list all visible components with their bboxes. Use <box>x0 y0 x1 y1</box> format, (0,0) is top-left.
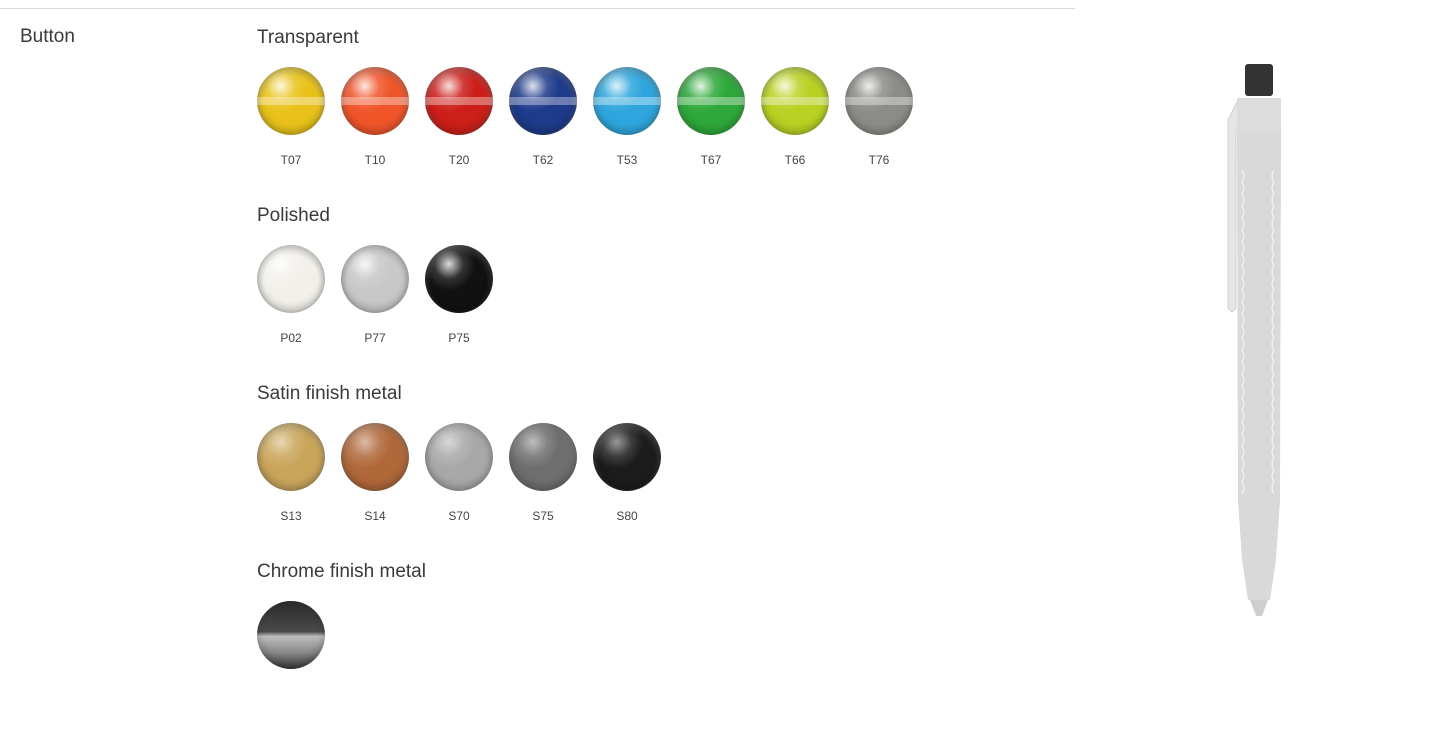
swatch-code: S80 <box>616 509 638 523</box>
swatch-code: P75 <box>448 331 470 345</box>
pen-tip <box>1250 600 1268 616</box>
color-swatch[interactable]: T53 <box>593 67 661 167</box>
pen-preview-icon <box>1227 64 1281 616</box>
color-sphere[interactable] <box>593 423 661 491</box>
color-sphere[interactable] <box>341 245 409 313</box>
color-sphere[interactable] <box>761 67 829 135</box>
group-title: Satin finish metal <box>257 383 402 404</box>
swatch-code: T66 <box>784 153 806 167</box>
swatch-code: T76 <box>868 153 890 167</box>
finish-group-chrome: Chrome finish metal <box>257 560 1057 738</box>
finish-group-transparent: Transparent T07 T10 T20 T62 T53 T67 T66 T76 <box>257 26 1057 204</box>
section-label: Button <box>20 26 75 47</box>
color-swatch[interactable]: P02 <box>257 245 325 345</box>
finish-group-polished: Polished P02 P77 P75 <box>257 204 1057 382</box>
swatch-row: T07 T10 T20 T62 T53 T67 T66 T76 <box>257 67 1057 167</box>
swatch-code: T67 <box>700 153 722 167</box>
button-options: Transparent T07 T10 T20 T62 T53 T67 T66 T76 Polis… <box>257 26 1057 738</box>
swatch-code: P77 <box>364 331 386 345</box>
swatch-row: S13 S14 S70 S75 S80 <box>257 423 1057 523</box>
color-swatch[interactable]: T10 <box>341 67 409 167</box>
color-swatch[interactable]: S13 <box>257 423 325 523</box>
swatch-row <box>257 601 1057 687</box>
color-sphere[interactable] <box>257 601 325 669</box>
color-sphere[interactable] <box>257 67 325 135</box>
color-sphere[interactable] <box>845 67 913 135</box>
swatch-code: T10 <box>364 153 386 167</box>
color-sphere[interactable] <box>509 67 577 135</box>
color-sphere[interactable] <box>425 423 493 491</box>
group-title: Polished <box>257 205 330 226</box>
color-swatch[interactable]: S80 <box>593 423 661 523</box>
swatch-code: S70 <box>448 509 470 523</box>
swatch-code: P02 <box>280 331 302 345</box>
color-sphere[interactable] <box>257 423 325 491</box>
color-swatch[interactable]: P77 <box>341 245 409 345</box>
swatch-row: P02 P77 P75 <box>257 245 1057 345</box>
color-sphere[interactable] <box>341 67 409 135</box>
pen-button <box>1245 64 1273 96</box>
color-sphere[interactable] <box>593 67 661 135</box>
color-swatch[interactable]: T20 <box>425 67 493 167</box>
swatch-code: T20 <box>448 153 470 167</box>
group-title: Transparent <box>257 27 359 48</box>
color-sphere[interactable] <box>425 67 493 135</box>
color-swatch[interactable]: T76 <box>845 67 913 167</box>
color-swatch[interactable] <box>257 601 325 687</box>
pen-top <box>1237 98 1281 134</box>
color-sphere[interactable] <box>425 245 493 313</box>
color-sphere[interactable] <box>509 423 577 491</box>
group-title: Chrome finish metal <box>257 561 426 582</box>
color-swatch[interactable]: T62 <box>509 67 577 167</box>
swatch-code: S13 <box>280 509 302 523</box>
color-swatch[interactable]: T67 <box>677 67 745 167</box>
swatch-code: S75 <box>532 509 554 523</box>
swatch-code: T07 <box>280 153 302 167</box>
color-sphere[interactable] <box>341 423 409 491</box>
color-swatch[interactable]: T07 <box>257 67 325 167</box>
top-divider <box>0 8 1075 9</box>
color-swatch[interactable]: S75 <box>509 423 577 523</box>
color-swatch[interactable]: S70 <box>425 423 493 523</box>
color-sphere[interactable] <box>677 67 745 135</box>
swatch-code: S14 <box>364 509 386 523</box>
color-sphere[interactable] <box>257 245 325 313</box>
color-swatch[interactable]: T66 <box>761 67 829 167</box>
color-swatch[interactable]: S14 <box>341 423 409 523</box>
swatch-code: T62 <box>532 153 554 167</box>
swatch-code: T53 <box>616 153 638 167</box>
finish-group-satin: Satin finish metal S13 S14 S70 S75 S80 <box>257 382 1057 560</box>
color-swatch[interactable]: P75 <box>425 245 493 345</box>
